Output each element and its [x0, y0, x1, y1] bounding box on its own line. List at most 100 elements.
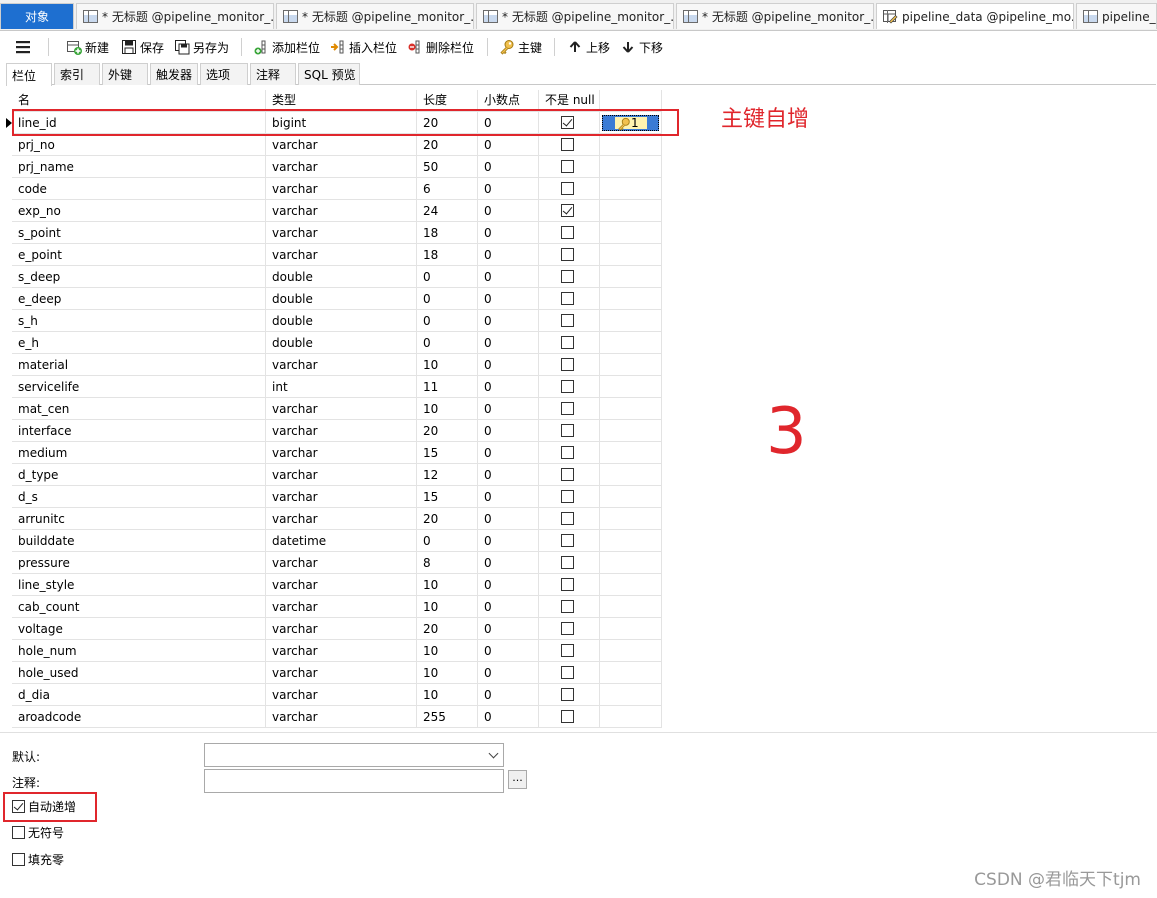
- cell-decimals[interactable]: 0: [478, 266, 539, 288]
- cell-length[interactable]: 0: [417, 332, 478, 354]
- cell-length[interactable]: 20: [417, 134, 478, 156]
- cell-decimals[interactable]: 0: [478, 354, 539, 376]
- cell-type[interactable]: varchar: [266, 464, 417, 486]
- table-row[interactable]: pressure varchar 8 0: [6, 552, 662, 574]
- subtab-indexes[interactable]: 索引: [54, 63, 100, 85]
- cell-name[interactable]: s_point: [12, 222, 266, 244]
- cell-name[interactable]: e_point: [12, 244, 266, 266]
- cell-decimals[interactable]: 0: [478, 464, 539, 486]
- table-row[interactable]: hole_num varchar 10 0: [6, 640, 662, 662]
- tab-pipeline-data-design[interactable]: pipeline_data @pipeline_mo...: [876, 3, 1074, 29]
- cell-type[interactable]: varchar: [266, 508, 417, 530]
- cell-decimals[interactable]: 0: [478, 530, 539, 552]
- not-null-checkbox[interactable]: [561, 600, 574, 613]
- cell-key[interactable]: [600, 134, 662, 156]
- cell-name[interactable]: d_type: [12, 464, 266, 486]
- cell-key[interactable]: [600, 618, 662, 640]
- cell-type[interactable]: varchar: [266, 244, 417, 266]
- cell-decimals[interactable]: 0: [478, 376, 539, 398]
- cell-decimals[interactable]: 0: [478, 332, 539, 354]
- cell-decimals[interactable]: 0: [478, 706, 539, 728]
- table-row[interactable]: cab_count varchar 10 0: [6, 596, 662, 618]
- cell-type[interactable]: double: [266, 288, 417, 310]
- cell-name[interactable]: hole_num: [12, 640, 266, 662]
- cell-name[interactable]: d_s: [12, 486, 266, 508]
- subtab-options[interactable]: 选项: [200, 63, 248, 85]
- cell-decimals[interactable]: 0: [478, 442, 539, 464]
- not-null-checkbox[interactable]: [561, 688, 574, 701]
- table-row[interactable]: s_point varchar 18 0: [6, 222, 662, 244]
- primary-key-button[interactable]: 主键: [499, 36, 542, 58]
- cell-length[interactable]: 20: [417, 420, 478, 442]
- cell-length[interactable]: 10: [417, 596, 478, 618]
- cell-decimals[interactable]: 0: [478, 662, 539, 684]
- cell-decimals[interactable]: 0: [478, 310, 539, 332]
- unsigned-checkbox[interactable]: 无符号: [12, 824, 64, 841]
- cell-type[interactable]: double: [266, 332, 417, 354]
- cell-decimals[interactable]: 0: [478, 156, 539, 178]
- cell-decimals[interactable]: 0: [478, 640, 539, 662]
- cell-decimals[interactable]: 0: [478, 244, 539, 266]
- not-null-checkbox[interactable]: [561, 226, 574, 239]
- cell-name[interactable]: prj_no: [12, 134, 266, 156]
- cell-key[interactable]: [600, 222, 662, 244]
- table-row[interactable]: d_s varchar 15 0: [6, 486, 662, 508]
- table-row[interactable]: prj_no varchar 20 0: [6, 134, 662, 156]
- cell-length[interactable]: 12: [417, 464, 478, 486]
- not-null-checkbox[interactable]: [561, 292, 574, 305]
- table-row[interactable]: builddate datetime 0 0: [6, 530, 662, 552]
- cell-name[interactable]: voltage: [12, 618, 266, 640]
- subtab-foreign-keys[interactable]: 外键: [102, 63, 148, 85]
- cell-length[interactable]: 15: [417, 442, 478, 464]
- cell-type[interactable]: varchar: [266, 354, 417, 376]
- cell-key[interactable]: [600, 596, 662, 618]
- tab-objects[interactable]: 对象: [0, 3, 74, 29]
- cell-name[interactable]: prj_name: [12, 156, 266, 178]
- cell-length[interactable]: 10: [417, 398, 478, 420]
- add-field-button[interactable]: 添加栏位: [253, 36, 320, 58]
- cell-name[interactable]: cab_count: [12, 596, 266, 618]
- not-null-checkbox[interactable]: [561, 270, 574, 283]
- cell-type[interactable]: varchar: [266, 618, 417, 640]
- not-null-checkbox[interactable]: [561, 644, 574, 657]
- cell-name[interactable]: builddate: [12, 530, 266, 552]
- cell-type[interactable]: varchar: [266, 442, 417, 464]
- cell-key[interactable]: [600, 420, 662, 442]
- cell-length[interactable]: 11: [417, 376, 478, 398]
- not-null-checkbox[interactable]: [561, 468, 574, 481]
- cell-name[interactable]: code: [12, 178, 266, 200]
- cell-decimals[interactable]: 0: [478, 508, 539, 530]
- table-row[interactable]: arrunitc varchar 20 0: [6, 508, 662, 530]
- cell-length[interactable]: 10: [417, 640, 478, 662]
- cell-key[interactable]: [600, 508, 662, 530]
- table-row[interactable]: d_type varchar 12 0: [6, 464, 662, 486]
- subtab-triggers[interactable]: 触发器: [150, 63, 198, 85]
- cell-key[interactable]: [600, 266, 662, 288]
- cell-length[interactable]: 0: [417, 266, 478, 288]
- cell-name[interactable]: e_h: [12, 332, 266, 354]
- cell-key[interactable]: [600, 376, 662, 398]
- not-null-checkbox[interactable]: [561, 512, 574, 525]
- save-button[interactable]: 保存: [121, 36, 164, 58]
- table-row[interactable]: mat_cen varchar 10 0: [6, 398, 662, 420]
- not-null-checkbox[interactable]: [561, 160, 574, 173]
- cell-length[interactable]: 8: [417, 552, 478, 574]
- cell-length[interactable]: 6: [417, 178, 478, 200]
- cell-key[interactable]: [600, 178, 662, 200]
- cell-name[interactable]: aroadcode: [12, 706, 266, 728]
- cell-length[interactable]: 15: [417, 486, 478, 508]
- cell-length[interactable]: 0: [417, 530, 478, 552]
- cell-length[interactable]: 10: [417, 684, 478, 706]
- cell-type[interactable]: varchar: [266, 706, 417, 728]
- table-row[interactable]: servicelife int 11 0: [6, 376, 662, 398]
- cell-name[interactable]: s_deep: [12, 266, 266, 288]
- cell-length[interactable]: 18: [417, 244, 478, 266]
- not-null-checkbox[interactable]: [561, 358, 574, 371]
- not-null-checkbox[interactable]: [561, 578, 574, 591]
- subtab-comments[interactable]: 注释: [250, 63, 296, 85]
- cell-name[interactable]: line_style: [12, 574, 266, 596]
- cell-length[interactable]: 0: [417, 288, 478, 310]
- comment-input[interactable]: [204, 769, 504, 793]
- cell-key[interactable]: [600, 552, 662, 574]
- table-row[interactable]: prj_name varchar 50 0: [6, 156, 662, 178]
